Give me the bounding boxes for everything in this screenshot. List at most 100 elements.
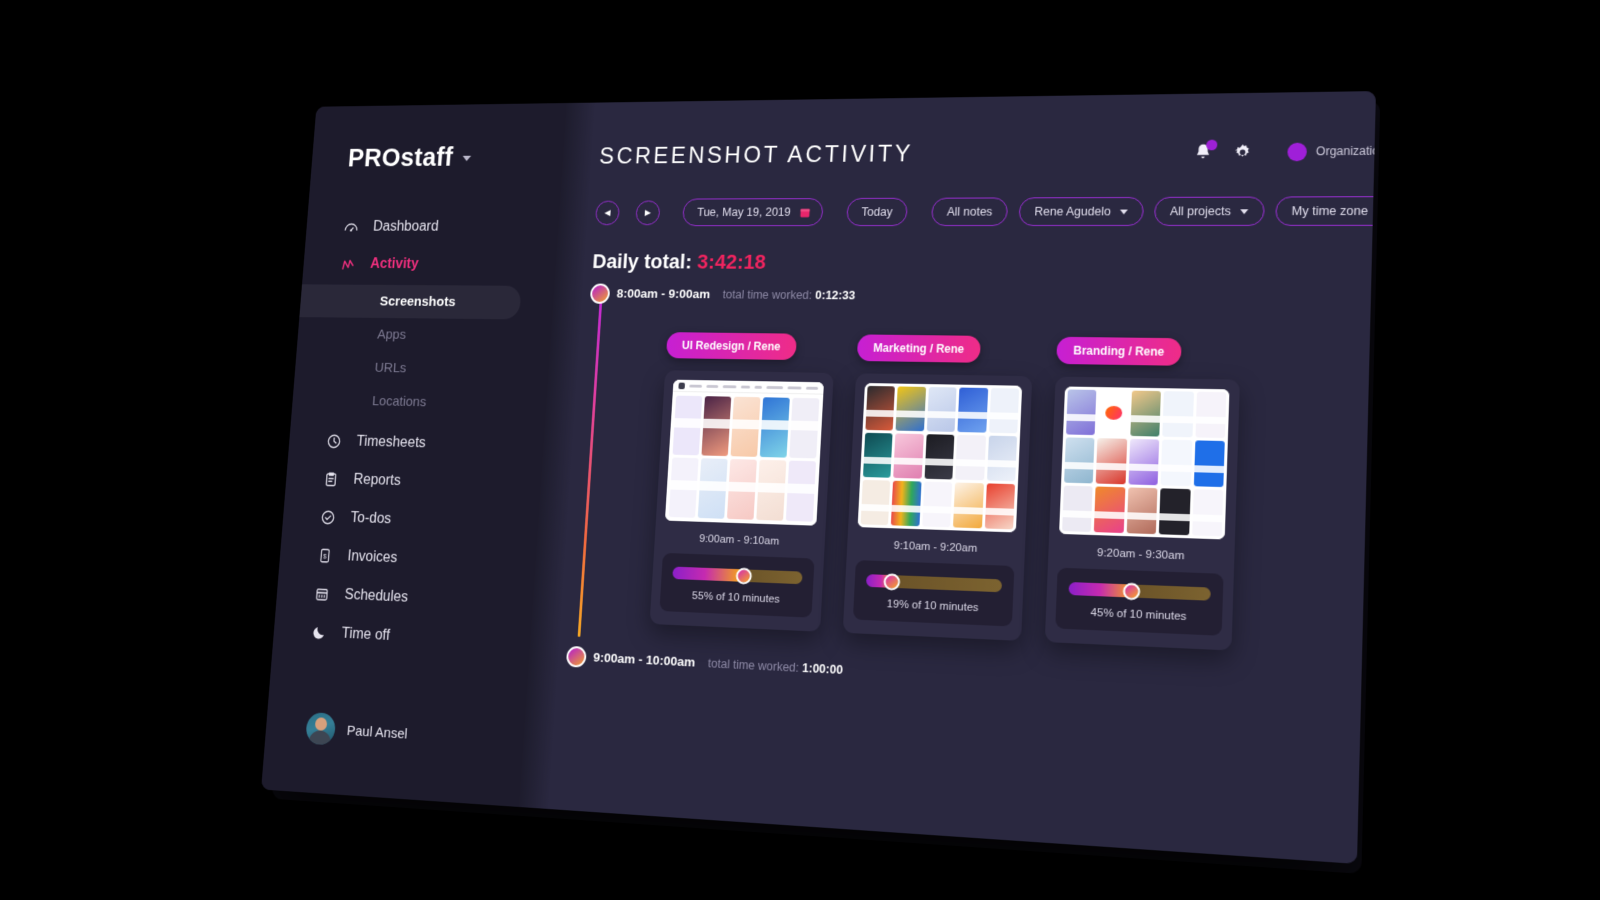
profile-name: Paul Ansel [346, 722, 409, 742]
next-day-label: ▶ [644, 207, 652, 217]
daily-total-value: 3:42:18 [696, 250, 767, 274]
page-title: SCREENSHOT ACTIVITY [598, 140, 914, 170]
all-notes-label: All notes [946, 205, 993, 219]
activity-graph-icon [339, 255, 357, 273]
topbar-actions: Organization [1192, 136, 1376, 163]
today-button[interactable]: Today [845, 197, 909, 227]
clock-icon [325, 432, 343, 450]
project-tag[interactable]: Branding / Rene [1056, 336, 1182, 366]
screenshot-card[interactable]: 9:10am - 9:20am 19% of 10 minutes [842, 373, 1033, 641]
activity-knob[interactable] [735, 567, 752, 585]
timeline-dot-icon [565, 645, 587, 668]
screenshot-thumbnail[interactable] [664, 379, 824, 526]
timeline-worked-label: total time worked: [722, 287, 813, 302]
timeline-worked-value: 0:12:33 [814, 288, 856, 302]
invoice-dollar-icon: $ [316, 546, 334, 565]
sidebar-subitem-label: Screenshots [379, 293, 457, 310]
sidebar-item-locations[interactable]: Locations [291, 383, 547, 422]
timeline-worked-label: total time worked: [707, 656, 800, 675]
sidebar-item-label: Time off [341, 625, 391, 644]
screenshot-column: UI Redesign / Rene 9:00am - 9:10am 55% o… [649, 332, 836, 632]
project-filter-label: All projects [1169, 204, 1232, 219]
screenshot-card[interactable]: 9:20am - 9:30am 45% of 10 minutes [1044, 376, 1240, 651]
activity-percent-label: 55% of 10 minutes [691, 590, 781, 606]
speedometer-icon [342, 218, 360, 236]
activity-percent-label: 19% of 10 minutes [886, 598, 979, 615]
activity-track[interactable] [672, 566, 803, 585]
sidebar-item-urls[interactable]: URLs [294, 350, 550, 388]
screenshot-time-range: 9:00am - 9:10am [698, 533, 780, 548]
notifications-button[interactable] [1192, 139, 1218, 163]
all-notes-button[interactable]: All notes [931, 197, 1009, 227]
screenshot-card[interactable]: 9:00am - 9:10am 55% of 10 minutes [649, 370, 834, 632]
activity-track[interactable] [865, 572, 1003, 593]
date-value: Tue, May 19, 2019 [696, 205, 792, 219]
sidebar-item-label: Reports [352, 471, 402, 489]
activity-knob[interactable] [1123, 582, 1141, 600]
timeline-time-range: 9:00am - 10:00am [592, 649, 696, 670]
clipboard-icon [322, 470, 340, 489]
sidebar-subitem-label: URLs [374, 360, 407, 376]
timezone-filter-label: My time zone [1291, 204, 1369, 219]
main-topbar: SCREENSHOT ACTIVITY Organization [599, 136, 1376, 170]
prev-day-button[interactable]: ◀ [594, 200, 621, 225]
thumbnail-mosaic-b [857, 383, 1023, 533]
activity-timeline: 8:00am - 9:00am total time worked: 0:12:… [565, 283, 1376, 705]
timeline-entry[interactable]: 9:00am - 10:00am total time worked: 1:00… [565, 645, 1376, 705]
activity-slider[interactable]: 55% of 10 minutes [659, 552, 815, 618]
brand-logo[interactable]: PROstaff [311, 142, 564, 173]
settings-button[interactable] [1232, 142, 1254, 163]
timeline-worked: total time worked: 1:00:00 [708, 656, 844, 676]
screenshot-thumbnail[interactable] [1059, 386, 1230, 540]
member-filter-label: Rene Agudelo [1034, 204, 1112, 219]
timezone-filter-dropdown[interactable]: My time zone [1274, 196, 1376, 226]
prev-day-label: ◀ [604, 207, 611, 217]
screenshot-thumbnail[interactable] [857, 383, 1023, 533]
chevron-down-icon [1239, 208, 1249, 214]
calendar-icon [313, 585, 331, 604]
activity-track[interactable] [1068, 582, 1211, 601]
mock-gallery-grid [665, 392, 823, 526]
svg-text:$: $ [323, 554, 327, 561]
sidebar-item-screenshots[interactable]: Screenshots [299, 284, 522, 320]
screenshot-time-range: 9:20am - 9:30am [1096, 547, 1185, 563]
date-picker[interactable]: Tue, May 19, 2019 [682, 198, 824, 227]
sidebar-subitem-label: Apps [376, 326, 407, 343]
timeline-time-range: 8:00am - 9:00am [616, 286, 711, 301]
sidebar-subnav: Screenshots Apps URLs Locations [291, 284, 554, 421]
member-filter-dropdown[interactable]: Rene Agudelo [1018, 196, 1144, 226]
brand-name: PROstaff [346, 143, 454, 173]
activity-knob[interactable] [883, 572, 901, 591]
sidebar-item-label: Invoices [347, 548, 398, 566]
check-circle-icon [319, 508, 337, 527]
next-day-button[interactable]: ▶ [635, 200, 661, 225]
app-window-perspective: PROstaff Dashboard Activity Screenshots … [261, 91, 1381, 875]
filter-bar: ◀ ▶ Tue, May 19, 2019 Today All notes Re… [594, 196, 1376, 227]
sidebar-item-label: Timesheets [355, 433, 427, 451]
organization-selector[interactable]: Organization [1287, 141, 1376, 161]
sidebar-nav: Dashboard Activity Screenshots Apps URLs… [272, 208, 559, 663]
project-filter-dropdown[interactable]: All projects [1153, 196, 1265, 226]
activity-slider[interactable]: 45% of 10 minutes [1055, 567, 1224, 636]
chevron-down-icon[interactable] [462, 155, 472, 161]
screenshot-card-list: UI Redesign / Rene 9:00am - 9:10am 55% o… [596, 331, 1376, 657]
sidebar-item-label: To-dos [350, 510, 392, 527]
prostaff-app-window: PROstaff Dashboard Activity Screenshots … [261, 91, 1376, 864]
sidebar: PROstaff Dashboard Activity Screenshots … [261, 103, 567, 807]
project-tag[interactable]: UI Redesign / Rene [665, 332, 797, 361]
timeline-entry[interactable]: 8:00am - 9:00am total time worked: 0:12:… [589, 283, 1376, 306]
activity-percent-label: 45% of 10 minutes [1090, 606, 1187, 624]
avatar [305, 712, 337, 746]
calendar-icon [799, 206, 812, 218]
timeline-worked-value: 1:00:00 [801, 660, 844, 677]
today-label: Today [861, 205, 893, 219]
sidebar-item-apps[interactable]: Apps [297, 317, 552, 354]
activity-slider[interactable]: 19% of 10 minutes [852, 560, 1015, 627]
sidebar-item-activity[interactable]: Activity [302, 246, 557, 285]
thumbnail-mosaic-c [1059, 386, 1230, 540]
daily-total-label: Daily total: [591, 249, 693, 274]
chevron-down-icon [1119, 209, 1128, 214]
sidebar-item-dashboard[interactable]: Dashboard [305, 208, 559, 246]
project-tag[interactable]: Marketing / Rene [856, 334, 981, 363]
screenshot-column: Marketing / Rene 9:10am - 9:20am 19% of … [842, 334, 1034, 641]
